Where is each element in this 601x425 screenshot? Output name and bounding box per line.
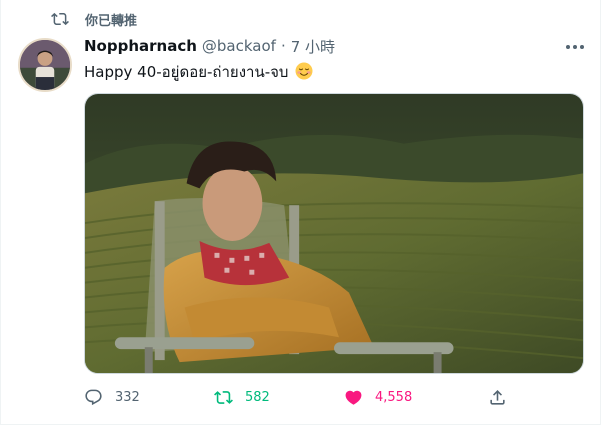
author-name[interactable]: Noppharnach bbox=[84, 37, 197, 55]
tweet-body: Happy 40-อยู่ดอย-ถ่ายงาน-จบ bbox=[84, 63, 289, 81]
reply-count: 332 bbox=[115, 389, 140, 405]
more-options-icon[interactable] bbox=[564, 40, 586, 54]
tweet-actions: 332 582 4,558 bbox=[84, 384, 514, 410]
reply-button[interactable]: 332 bbox=[84, 384, 140, 410]
author-handle[interactable]: @backaof bbox=[202, 37, 276, 55]
share-icon bbox=[490, 389, 505, 405]
retweet-banner: 你已轉推 bbox=[51, 9, 137, 29]
heart-icon bbox=[345, 390, 362, 405]
like-count: 4,558 bbox=[375, 389, 413, 405]
tweet-header: Noppharnach @backaof · 7 小時 bbox=[84, 35, 335, 57]
avatar[interactable] bbox=[18, 38, 72, 92]
retweet-banner-text: 你已轉推 bbox=[85, 13, 138, 29]
reply-icon bbox=[85, 389, 102, 405]
tweet-text: Happy 40-อยู่ดอย-ถ่ายงาน-จบ bbox=[84, 61, 313, 83]
retweet-count: 582 bbox=[245, 389, 270, 405]
like-button[interactable]: 4,558 bbox=[344, 384, 412, 410]
tweet-photo[interactable] bbox=[84, 93, 584, 374]
retweet-icon bbox=[214, 390, 233, 404]
tweet-card[interactable]: 你已轉推 Noppharnach @backaof · 7 小時 Happy 4… bbox=[0, 0, 601, 425]
smiling-face-emoji bbox=[295, 62, 313, 80]
retweet-icon bbox=[51, 12, 69, 26]
separator-dot: · bbox=[280, 37, 286, 55]
tweet-timestamp[interactable]: 7 小時 bbox=[291, 36, 335, 57]
retweet-button[interactable]: 582 bbox=[214, 384, 270, 410]
share-button[interactable] bbox=[488, 384, 507, 410]
